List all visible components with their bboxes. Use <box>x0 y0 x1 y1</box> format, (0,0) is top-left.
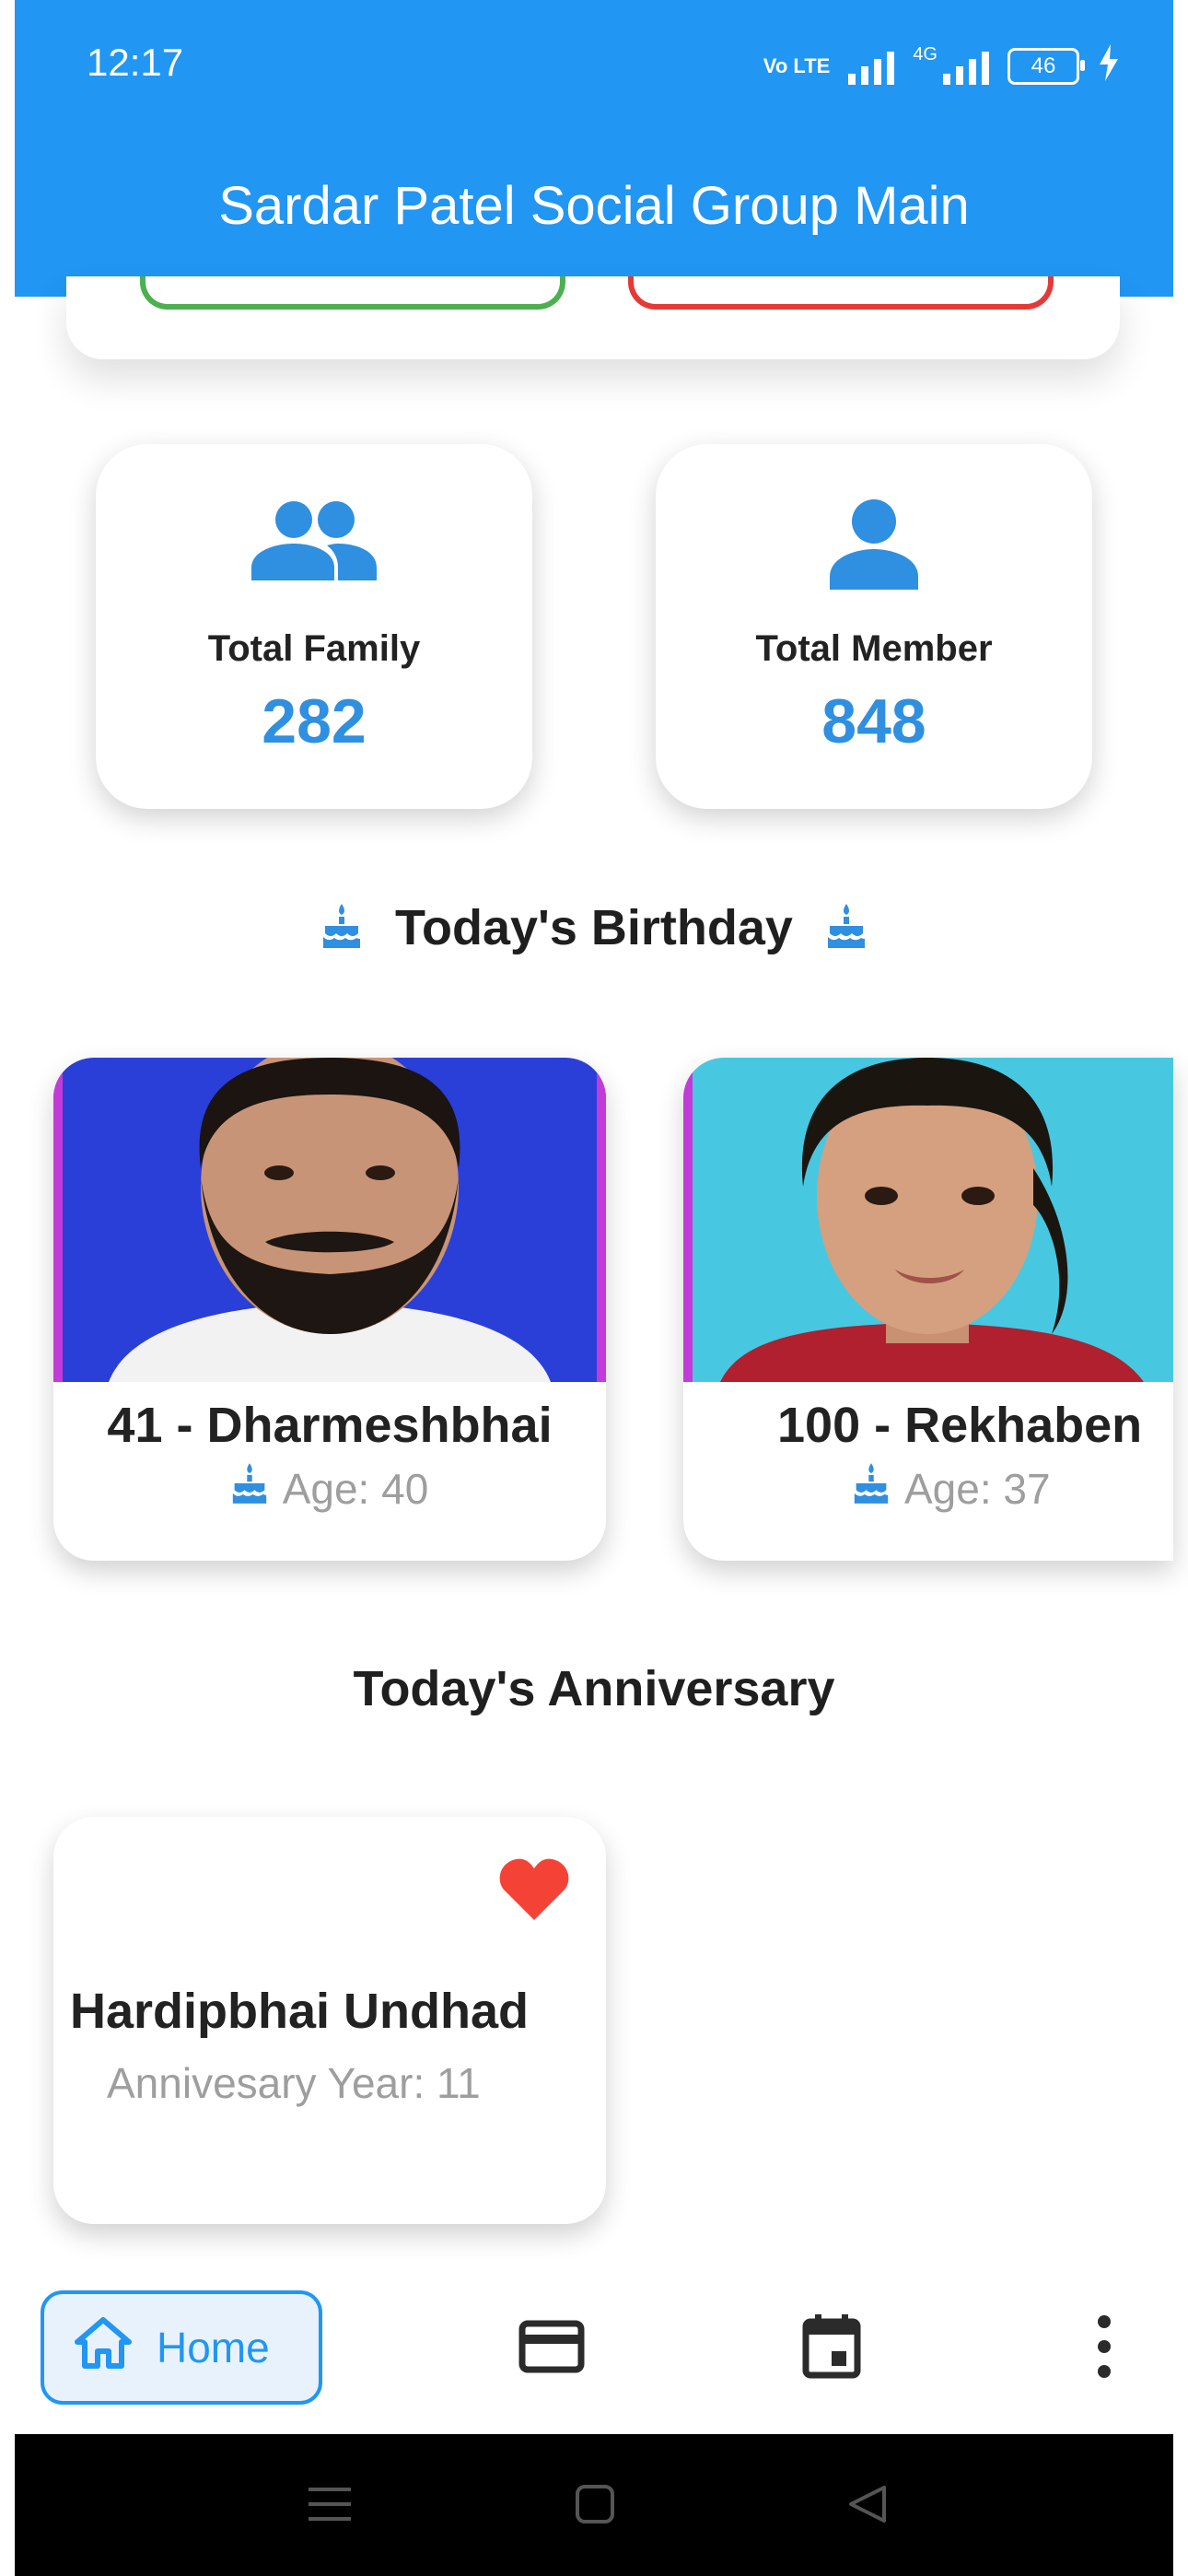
status-icons: Vo LTE 4G 46 <box>763 44 1120 88</box>
battery-icon: 46 <box>1007 48 1085 85</box>
charging-icon <box>1098 44 1120 88</box>
member-photo <box>683 1058 1173 1382</box>
recent-apps-button[interactable] <box>302 2478 357 2534</box>
person-icon <box>656 499 1092 601</box>
nav-more-button[interactable] <box>1063 2307 1146 2390</box>
volte-icon: Vo LTE <box>763 54 831 77</box>
card-icon <box>518 2320 585 2378</box>
total-member-card[interactable]: Total Member 848 <box>656 444 1092 809</box>
anniversary-year: Annivesary Year: 11 <box>107 2059 481 2107</box>
app-header: 12:17 Vo LTE 4G 46 Sardar Patel Social G… <box>15 0 1173 297</box>
cake-icon <box>853 1463 890 1514</box>
anniversary-card[interactable]: Hardipbhai Undhad Annivesary Year: 11 <box>53 1817 606 2224</box>
total-member-value: 848 <box>821 686 926 756</box>
people-icon <box>96 499 532 601</box>
total-family-value: 282 <box>262 686 367 756</box>
system-navigation-bar <box>15 2434 1173 2576</box>
signal-icon-2 <box>943 48 989 85</box>
menu-icon <box>309 2486 351 2527</box>
bottom-navigation: Home <box>15 2259 1173 2434</box>
action-card <box>66 276 1120 359</box>
more-vert-icon <box>1095 2314 1113 2383</box>
calendar-icon <box>802 2313 861 2383</box>
birthday-age: Age: 40 <box>282 1464 429 1513</box>
action-button-red[interactable] <box>628 276 1054 310</box>
cake-icon <box>231 1463 268 1514</box>
nav-home-button[interactable]: Home <box>41 2290 322 2405</box>
home-system-button[interactable] <box>567 2478 623 2534</box>
birthday-age-row: Age: 37 <box>683 1463 1173 1514</box>
total-family-label: Total Family <box>207 628 421 669</box>
nav-home-label: Home <box>157 2324 270 2371</box>
screen-edge-right <box>1173 0 1188 2576</box>
cake-icon <box>321 903 362 953</box>
birthday-heading: Today's Birthday <box>0 899 1188 956</box>
birthday-age-row: Age: 40 <box>53 1463 606 1514</box>
birthday-age: Age: 37 <box>904 1464 1051 1513</box>
birthday-card[interactable]: 41 - Dharmeshbhai Age: 40 <box>53 1058 606 1561</box>
cake-icon <box>826 903 867 953</box>
anniversary-name: Hardipbhai Undhad <box>70 1984 529 2039</box>
nav-card-button[interactable] <box>510 2307 593 2390</box>
network-type-label: 4G <box>913 44 938 64</box>
signal-icon <box>848 48 895 85</box>
square-icon <box>575 2484 615 2529</box>
status-time: 12:17 <box>87 41 184 84</box>
back-system-button[interactable] <box>840 2478 895 2534</box>
nav-calendar-button[interactable] <box>790 2307 873 2390</box>
total-family-card[interactable]: Total Family 282 <box>96 444 532 809</box>
birthday-heading-text: Today's Birthday <box>395 900 793 955</box>
heart-icon <box>499 1857 569 1925</box>
birthday-card[interactable]: 100 - Rekhaben Age: 37 <box>683 1058 1173 1561</box>
action-button-green[interactable] <box>140 276 565 310</box>
birthday-member-name: 41 - Dharmeshbhai <box>107 1398 553 1453</box>
page-title: Sardar Patel Social Group Main <box>218 176 970 236</box>
battery-level: 46 <box>1031 53 1056 78</box>
anniversary-heading: Today's Anniversary <box>353 1661 835 1716</box>
screen-edge-left <box>0 0 15 2576</box>
member-photo <box>53 1058 606 1382</box>
total-member-label: Total Member <box>755 628 993 669</box>
back-triangle-icon <box>847 2484 888 2529</box>
home-icon <box>74 2316 133 2380</box>
birthday-member-name: 100 - Rekhaben <box>777 1398 1143 1453</box>
